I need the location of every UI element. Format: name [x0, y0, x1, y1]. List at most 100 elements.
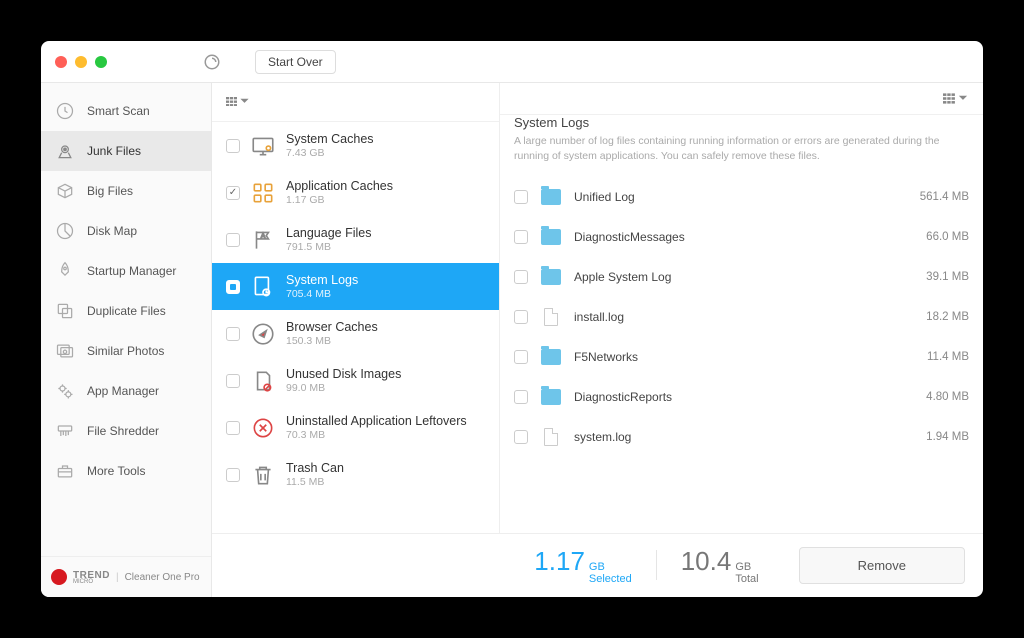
file-checkbox[interactable] — [514, 430, 528, 444]
total-value: 10.4 — [681, 546, 732, 577]
sidebar-item-label: Disk Map — [87, 224, 137, 238]
rocket-icon — [55, 261, 75, 281]
detail-toolbar — [500, 83, 983, 115]
sidebar-item-label: Duplicate Files — [87, 304, 166, 318]
summary-footer: 1.17 GB Selected 10.4 GB Total Remove — [212, 533, 983, 597]
category-item-language-files[interactable]: ALanguage Files791.5 MB — [212, 216, 499, 263]
file-checkbox[interactable] — [514, 190, 528, 204]
detail-title: System Logs — [514, 115, 969, 130]
category-checkbox[interactable] — [226, 233, 240, 247]
category-item-unused-disk-images[interactable]: Unused Disk Images99.0 MB — [212, 357, 499, 404]
file-checkbox[interactable] — [514, 390, 528, 404]
sidebar-item-smart-scan[interactable]: Smart Scan — [41, 91, 211, 131]
sidebar-list: Smart Scan Junk Files Big Files Disk Map Sta… — [41, 83, 211, 556]
sidebar-item-duplicate-files[interactable]: Duplicate Files — [41, 291, 211, 331]
file-item[interactable]: DiagnosticMessages66.0 MB — [500, 217, 983, 257]
sidebar: Smart Scan Junk Files Big Files Disk Map Sta… — [41, 83, 212, 597]
file-item[interactable]: Unified Log 561.4 MB — [500, 177, 983, 217]
category-title: Unused Disk Images — [286, 367, 401, 381]
category-item-browser-caches[interactable]: Browser Caches150.3 MB — [212, 310, 499, 357]
detail-panel: System Logs A large number of log files … — [500, 83, 983, 533]
category-item-system-logs[interactable]: System Logs705.4 MB — [212, 263, 499, 310]
file-size: 561.4 MB — [920, 191, 969, 203]
file-checkbox[interactable] — [514, 270, 528, 284]
apps-icon — [250, 180, 276, 206]
pie-icon — [55, 221, 75, 241]
selected-unit: GB — [589, 561, 632, 573]
sidebar-item-label: Junk Files — [87, 144, 141, 158]
remove-icon — [250, 415, 276, 441]
category-checkbox[interactable] — [226, 421, 240, 435]
sidebar-item-label: More Tools — [87, 464, 145, 478]
trash-icon — [250, 462, 276, 488]
start-over-button[interactable]: Start Over — [255, 50, 336, 74]
toolbox-icon — [55, 461, 75, 481]
category-item-application-caches[interactable]: Application Caches1.17 GB — [212, 169, 499, 216]
main-inner: System Caches7.43 GBApplication Caches1.… — [212, 83, 983, 533]
minimize-icon[interactable] — [75, 56, 87, 68]
app-window: Start Over Smart Scan Junk Files Big Files… — [41, 41, 983, 597]
category-size: 99.0 MB — [286, 382, 401, 394]
category-title: Uninstalled Application Leftovers — [286, 414, 467, 428]
file-checkbox[interactable] — [514, 350, 528, 364]
chevron-down-icon — [239, 96, 250, 107]
sidebar-item-file-shredder[interactable]: File Shredder — [41, 411, 211, 451]
main-body: Smart Scan Junk Files Big Files Disk Map Sta… — [41, 83, 983, 597]
sidebar-item-similar-photos[interactable]: Similar Photos — [41, 331, 211, 371]
view-toggle-button[interactable] — [226, 96, 250, 107]
category-checkbox[interactable] — [226, 374, 240, 388]
category-item-uninstalled-application-leftovers[interactable]: Uninstalled Application Leftovers70.3 MB — [212, 404, 499, 451]
close-icon[interactable] — [55, 56, 67, 68]
logs-icon — [250, 274, 276, 300]
sidebar-item-label: Startup Manager — [87, 264, 176, 278]
photos-icon — [55, 341, 75, 361]
dupes-icon — [55, 301, 75, 321]
selected-label: Selected — [589, 573, 632, 585]
main-content: System Caches7.43 GBApplication Caches1.… — [212, 83, 983, 597]
detail-header: System Logs A large number of log files … — [500, 115, 983, 173]
file-checkbox[interactable] — [514, 310, 528, 324]
file-item[interactable]: Apple System Log39.1 MB — [500, 257, 983, 297]
monitor-icon — [250, 133, 276, 159]
document-icon — [544, 308, 558, 326]
file-size: 1.94 MB — [926, 431, 969, 443]
sidebar-item-junk-files[interactable]: Junk Files — [41, 131, 211, 171]
category-item-trash-can[interactable]: Trash Can11.5 MB — [212, 451, 499, 498]
total-label: Total — [735, 573, 758, 585]
category-item-system-caches[interactable]: System Caches7.43 GB — [212, 122, 499, 169]
file-item[interactable]: install.log18.2 MB — [500, 297, 983, 337]
category-checkbox[interactable] — [226, 280, 240, 294]
folder-icon — [541, 389, 561, 405]
file-item[interactable]: system.log1.94 MB — [500, 417, 983, 457]
file-item[interactable]: F5Networks11.4 MB — [500, 337, 983, 377]
file-item[interactable]: DiagnosticReports4.80 MB — [500, 377, 983, 417]
category-size: 11.5 MB — [286, 476, 344, 488]
selected-value: 1.17 — [534, 546, 585, 577]
product-name: Cleaner One Pro — [125, 572, 200, 583]
sidebar-item-more-tools[interactable]: More Tools — [41, 451, 211, 491]
fullscreen-icon[interactable] — [95, 56, 107, 68]
window-controls — [55, 56, 107, 68]
category-checkbox[interactable] — [226, 139, 240, 153]
file-checkbox[interactable] — [514, 230, 528, 244]
sidebar-item-label: Similar Photos — [87, 344, 164, 358]
detail-view-toggle-button[interactable] — [943, 93, 969, 104]
category-checkbox[interactable] — [226, 468, 240, 482]
file-name: Unified Log — [574, 190, 908, 204]
gears-icon — [55, 381, 75, 401]
shredder-icon — [55, 421, 75, 441]
folder-icon — [541, 189, 561, 205]
category-checkbox[interactable] — [226, 186, 240, 200]
sidebar-item-disk-map[interactable]: Disk Map — [41, 211, 211, 251]
compass-icon — [250, 321, 276, 347]
sidebar-item-startup-manager[interactable]: Startup Manager — [41, 251, 211, 291]
sidebar-item-big-files[interactable]: Big Files — [41, 171, 211, 211]
file-name: DiagnosticReports — [574, 390, 914, 404]
remove-button[interactable]: Remove — [799, 547, 965, 584]
total-unit: GB — [735, 561, 758, 573]
category-checkbox[interactable] — [226, 327, 240, 341]
file-name: F5Networks — [574, 350, 915, 364]
sidebar-item-app-manager[interactable]: App Manager — [41, 371, 211, 411]
category-title: Application Caches — [286, 179, 393, 193]
folder-icon — [541, 269, 561, 285]
